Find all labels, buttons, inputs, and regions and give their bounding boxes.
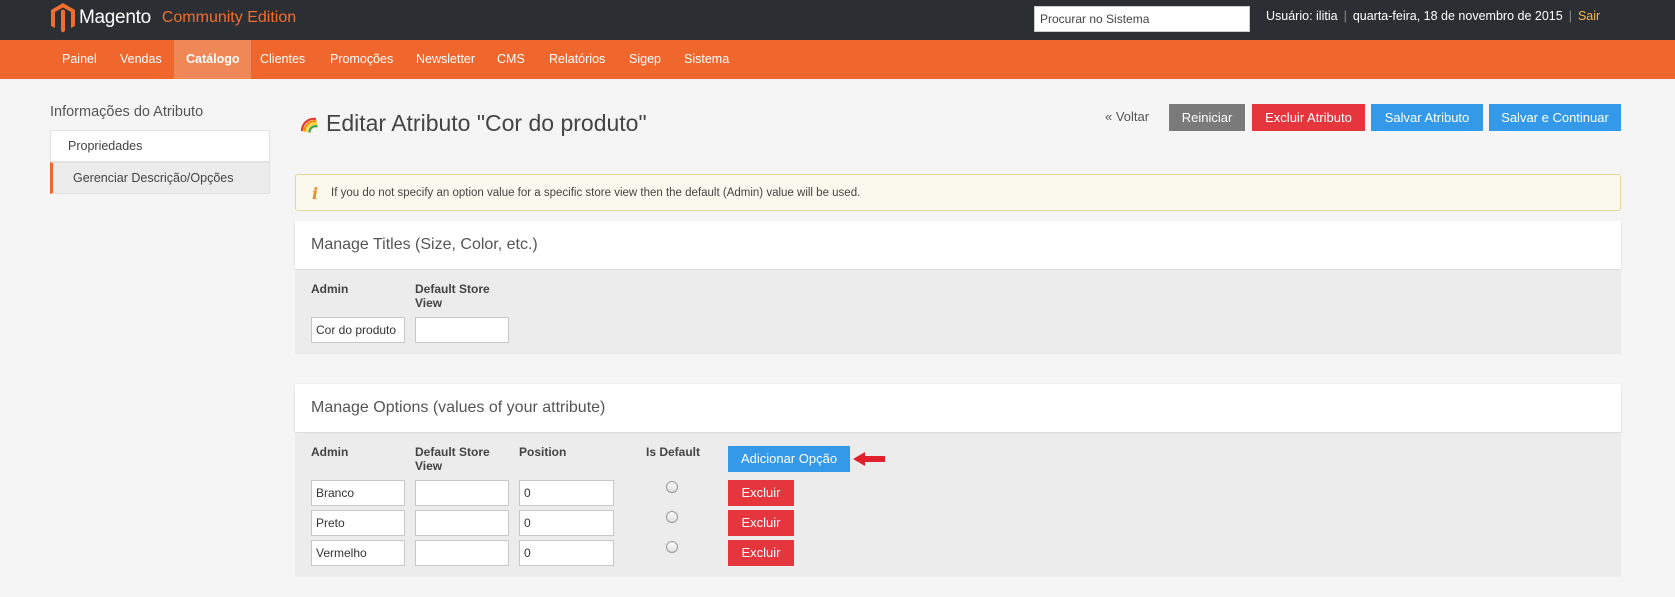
col-header-admin: Admin (311, 282, 349, 296)
add-option-button[interactable]: Adicionar Opção (728, 446, 850, 472)
system-search-input[interactable] (1034, 6, 1250, 32)
col-header-admin: Admin (311, 445, 349, 459)
reset-button[interactable]: Reiniciar (1169, 104, 1245, 131)
top-header: Magento Community Edition Usuário: iliti… (0, 0, 1675, 40)
nav-vendas[interactable]: Vendas (108, 40, 174, 79)
user-info: Usuário: ilitia | quarta-feira, 18 de nove… (1266, 9, 1600, 23)
info-notice: i If you do not specify an option value … (295, 174, 1621, 211)
back-link[interactable]: « Voltar (1105, 109, 1149, 124)
option-admin-input[interactable] (311, 540, 405, 566)
page-title: Editar Atributo "Cor do produto" (300, 110, 647, 137)
info-icon: i (312, 184, 319, 203)
titles-section-header: Manage Titles (Size, Color, etc.) (295, 221, 1621, 269)
title-store-view-input[interactable] (415, 317, 509, 343)
delete-option-button[interactable]: Excluir (728, 510, 794, 536)
delete-option-button[interactable]: Excluir (728, 540, 794, 566)
brand-name: Magento (79, 7, 151, 28)
titles-section-heading: Manage Titles (Size, Color, etc.) (311, 236, 538, 253)
notice-text: If you do not specify an option value fo… (331, 187, 861, 199)
nav-cms[interactable]: CMS (485, 40, 537, 79)
option-position-input[interactable] (519, 510, 614, 536)
red-arrow-annotation (853, 452, 885, 466)
nav-promocoes[interactable]: Promoções (318, 40, 405, 79)
is-default-radio[interactable] (666, 481, 678, 493)
nav-painel[interactable]: Painel (50, 40, 109, 79)
option-store-view-input[interactable] (415, 540, 509, 566)
delete-attribute-button[interactable]: Excluir Atributo (1252, 104, 1365, 131)
col-header-default-store-view: Default Store View (415, 282, 490, 310)
option-store-view-input[interactable] (415, 510, 509, 536)
separator: | (1568, 9, 1572, 23)
nav-sigep[interactable]: Sigep (617, 40, 673, 79)
logout-link[interactable]: Sair (1578, 9, 1600, 23)
col-header-position: Position (519, 445, 567, 459)
tab-gerenciar-opcoes[interactable]: Gerenciar Descrição/Opções (50, 162, 270, 194)
magento-logo[interactable]: Magento Community Edition (50, 2, 296, 34)
option-position-input[interactable] (519, 540, 614, 566)
col-header-default-store-view: Default Store View (415, 445, 490, 473)
is-default-radio[interactable] (666, 511, 678, 523)
title-admin-input[interactable] (311, 317, 405, 343)
option-store-view-input[interactable] (415, 480, 509, 506)
options-section-heading: Manage Options (values of your attribute… (311, 399, 606, 416)
page-title-text: Editar Atributo "Cor do produto" (326, 110, 647, 136)
nav-sistema[interactable]: Sistema (672, 40, 741, 79)
current-date: quarta-feira, 18 de novembro de 2015 (1352, 9, 1563, 23)
nav-relatorios[interactable]: Relatórios (537, 40, 617, 79)
option-position-input[interactable] (519, 480, 614, 506)
nav-catalogo[interactable]: Catálogo (174, 40, 252, 79)
delete-option-button[interactable]: Excluir (728, 480, 794, 506)
save-and-continue-button[interactable]: Salvar e Continuar (1489, 104, 1621, 131)
col-header-is-default: Is Default (646, 445, 701, 459)
edition-label: Community Edition (161, 9, 297, 26)
magento-logo-icon (51, 3, 75, 33)
sidebar-title: Informações do Atributo (50, 104, 204, 120)
tab-propriedades[interactable]: Propriedades (50, 130, 270, 162)
rainbow-icon (300, 117, 318, 133)
save-attribute-button[interactable]: Salvar Atributo (1371, 104, 1483, 131)
is-default-radio[interactable] (666, 541, 678, 553)
separator: | (1343, 9, 1347, 23)
user-label: Usuário: ilitia (1266, 9, 1338, 23)
nav-newsletter[interactable]: Newsletter (404, 40, 487, 79)
option-admin-input[interactable] (311, 480, 405, 506)
main-nav: Painel Vendas Catálogo Clientes Promoçõe… (0, 40, 1675, 79)
option-admin-input[interactable] (311, 510, 405, 536)
options-section-header: Manage Options (values of your attribute… (295, 384, 1621, 432)
titles-section-body: Admin Default Store View (295, 270, 1621, 354)
nav-clientes[interactable]: Clientes (248, 40, 317, 79)
